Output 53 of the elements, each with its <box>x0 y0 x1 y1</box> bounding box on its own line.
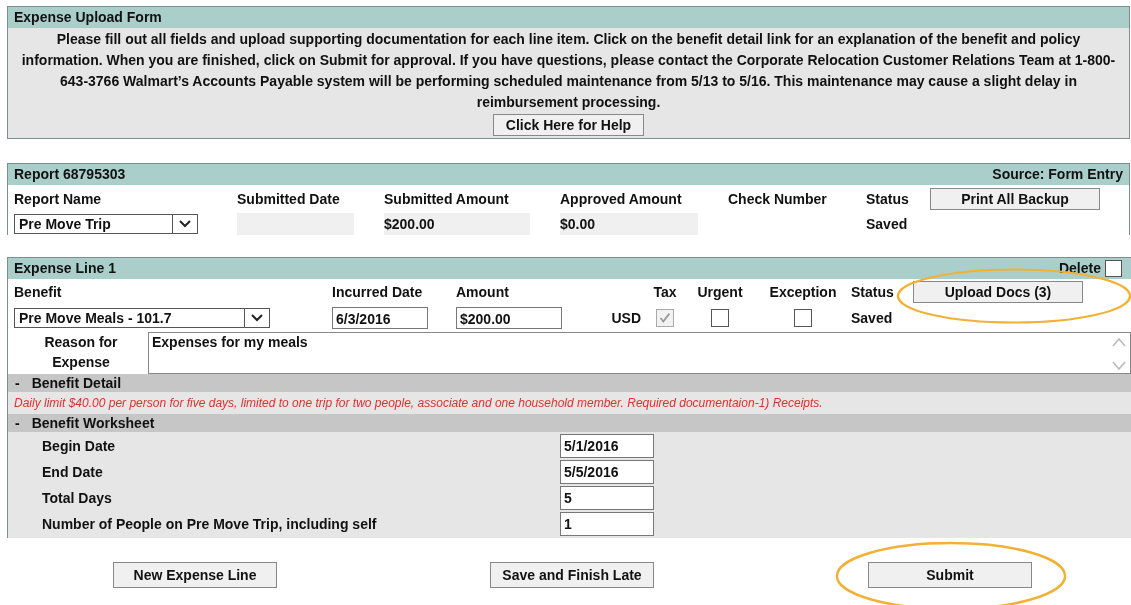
column-header: Approved Amount <box>560 190 683 207</box>
column-header: Amount <box>456 284 510 300</box>
instructions-text: Please fill out all fields and upload supporting documentation for each line item. Click on the benefit detail link for an explanation of the benefit and policy information. When you are finished, click on Submit for approval. If you have questions, please contact the Corporate Relocation Customer Relations Team at 1-800-643-3766 Walmart’s Accounts Payable system will be performing scheduled maintenance from 5/13 to 5/16. This maintenance may cause a slight delay in reimbursement processing. <box>20 30 1117 112</box>
worksheet-label: Begin Date <box>42 438 117 454</box>
reason-label: Reason for Expense <box>43 333 119 372</box>
report-name-select[interactable]: Pre Move Trip <box>14 213 198 234</box>
amount-field[interactable]: $200.00 <box>456 307 562 329</box>
reason-field[interactable]: Expenses for my meals <box>148 332 1131 374</box>
form-title: Expense Upload Form <box>14 9 162 25</box>
delete-checkbox[interactable] <box>1105 260 1122 277</box>
upload-docs-button[interactable]: Upload Docs (3) <box>913 281 1083 303</box>
exception-checkbox[interactable] <box>794 309 812 327</box>
worksheet-field[interactable]: 5 <box>560 486 654 510</box>
collapse-toggle[interactable]: - <box>15 374 20 392</box>
benefit-worksheet-title: Benefit Worksheet <box>31 414 155 432</box>
collapse-toggle[interactable]: - <box>15 414 20 432</box>
submitted-amount: $200.00 <box>384 212 530 235</box>
column-header: Submitted Amount <box>384 190 510 207</box>
column-header: Status <box>866 190 910 207</box>
column-header: Urgent <box>696 284 744 300</box>
incurred-date-field[interactable]: 6/3/2016 <box>332 307 428 329</box>
form-button[interactable]: New Expense Line <box>113 562 277 588</box>
report-title: Report 68795303 <box>14 166 126 183</box>
benefit-detail-text: Daily limit $40.00 per person for five days, limited to one trip for two people, associate and one household member. Required documentaion-1) Receipts. <box>8 392 1131 414</box>
worksheet-label: Number of People on Pre Move Trip, including self <box>42 516 378 532</box>
column-header: Submitted Date <box>237 190 341 207</box>
worksheet-field[interactable]: 1 <box>560 512 654 536</box>
currency-label: USD <box>611 310 641 326</box>
column-header: Report Name <box>14 190 103 207</box>
column-header: Check Number <box>728 190 828 207</box>
report-status: Saved <box>866 215 909 232</box>
worksheet-field[interactable]: 5/1/2016 <box>560 434 654 458</box>
benefit-select[interactable]: Pre Move Meals - 101.7 <box>14 308 270 328</box>
expense-line-title: Expense Line 1 <box>14 260 116 277</box>
form-button[interactable]: Save and Finish Late <box>490 562 654 588</box>
help-button[interactable]: Click Here for Help <box>492 114 645 136</box>
report-source: Source: Form Entry <box>992 166 1123 183</box>
expense-status: Saved <box>851 310 894 326</box>
delete-label: Delete <box>1058 260 1101 277</box>
column-header: Benefit <box>14 284 63 300</box>
scroll-arrows-icon <box>1111 336 1127 372</box>
form-button[interactable]: Submit <box>868 562 1032 588</box>
benefit-detail-title: Benefit Detail <box>31 374 122 392</box>
approved-amount: $0.00 <box>560 212 698 235</box>
print-backup-button[interactable]: Print All Backup <box>930 187 1100 210</box>
worksheet-label: Total Days <box>42 490 113 506</box>
worksheet-field[interactable]: 5/5/2016 <box>560 460 654 484</box>
column-header: Status <box>851 284 895 300</box>
column-header: Exception <box>768 284 838 300</box>
column-header: Tax <box>652 284 678 300</box>
worksheet-label: End Date <box>42 464 104 480</box>
urgent-checkbox[interactable] <box>711 309 729 327</box>
column-header: Incurred Date <box>332 284 424 300</box>
